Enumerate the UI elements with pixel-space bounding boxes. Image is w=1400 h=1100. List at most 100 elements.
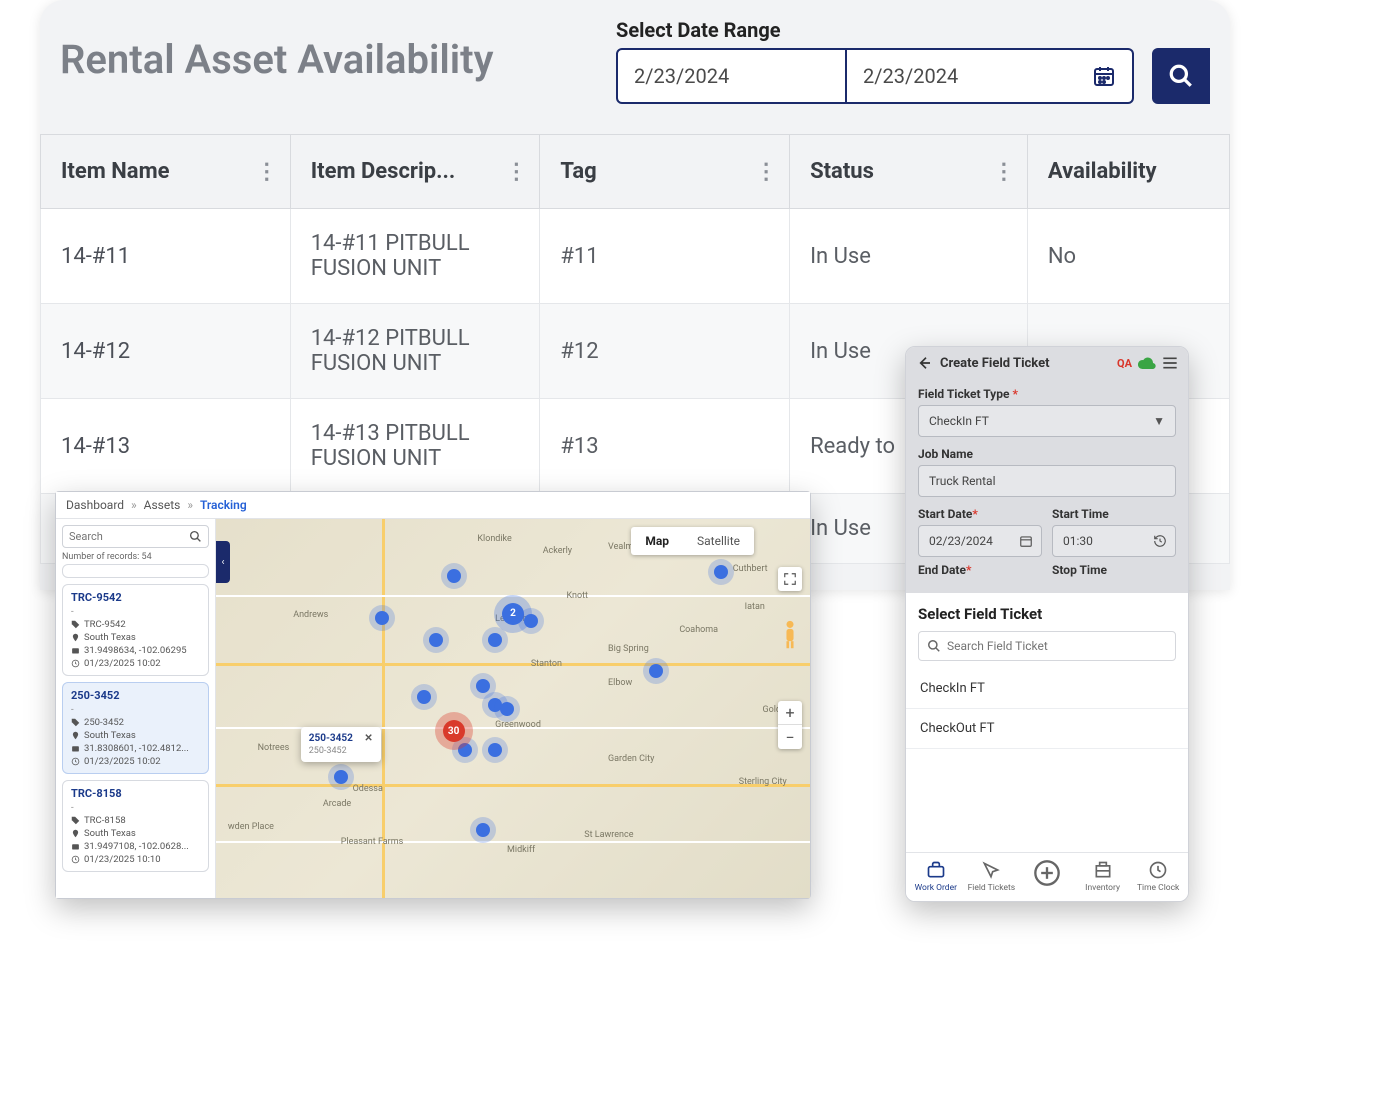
stop-time-label: Stop Time xyxy=(1052,563,1176,577)
column-menu-icon[interactable]: ⋮ xyxy=(256,159,278,184)
briefcase-icon xyxy=(926,860,946,880)
sidebar-collapse-button[interactable]: ‹ xyxy=(216,541,230,583)
nav-work-order[interactable]: Work Order xyxy=(908,859,964,893)
map-popup: 250-3452✕ 250-3452 xyxy=(301,727,381,762)
tag-icon xyxy=(71,620,80,629)
inventory-icon xyxy=(1093,860,1113,880)
map-marker[interactable] xyxy=(488,633,502,647)
nav-add[interactable] xyxy=(1019,859,1075,893)
map-marker[interactable] xyxy=(447,569,461,583)
sheet-search-box[interactable] xyxy=(918,631,1176,661)
search-icon xyxy=(1168,63,1194,89)
chevron-down-icon: ▼ xyxy=(1153,414,1165,428)
location-icon xyxy=(71,744,80,753)
map-type-satellite[interactable]: Satellite xyxy=(683,527,754,555)
breadcrumb: Dashboard » Assets » Tracking xyxy=(56,492,810,519)
qa-badge: QA xyxy=(1117,357,1132,370)
clock-icon xyxy=(71,757,80,766)
zoom-control: + − xyxy=(778,701,802,749)
tracking-map[interactable]: Andrews Klondike Ackerly Vealmoor Cuthbe… xyxy=(216,519,810,898)
search-icon xyxy=(189,530,202,543)
ticket-type-label: Field Ticket Type * xyxy=(918,387,1176,401)
clock-icon xyxy=(1148,860,1168,880)
asset-card[interactable]: TRC-8158 - TRC-8158 South Texas 31.94971… xyxy=(62,780,209,872)
ticket-icon xyxy=(981,860,1001,880)
map-marker[interactable] xyxy=(375,611,389,625)
arrow-left-icon xyxy=(916,355,932,371)
column-menu-icon[interactable]: ⋮ xyxy=(505,159,527,184)
menu-button[interactable] xyxy=(1162,356,1178,370)
map-marker[interactable] xyxy=(524,614,538,628)
crumb-assets[interactable]: Assets xyxy=(144,498,181,512)
column-menu-icon[interactable]: ⋮ xyxy=(993,159,1015,184)
date-range-label: Select Date Range xyxy=(616,18,1210,42)
asset-card[interactable]: 250-3452 - 250-3452 South Texas 31.83086… xyxy=(62,682,209,774)
tag-icon xyxy=(71,718,80,727)
asset-card[interactable] xyxy=(62,564,209,578)
zoom-in-button[interactable]: + xyxy=(778,701,802,725)
popup-close-icon[interactable]: ✕ xyxy=(364,733,372,744)
map-marker[interactable] xyxy=(649,664,663,678)
sheet-search-input[interactable] xyxy=(947,639,1167,653)
search-button[interactable] xyxy=(1152,48,1210,104)
pegman-icon xyxy=(781,620,799,650)
start-time-label: Start Time xyxy=(1052,507,1176,521)
asset-sidebar: Number of records: 54 TRC-9542 - TRC-954… xyxy=(56,519,216,898)
map-marker[interactable] xyxy=(714,565,728,579)
map-marker[interactable] xyxy=(476,823,490,837)
mobile-title: Create Field Ticket xyxy=(940,356,1050,371)
map-type-toggle: Map Satellite xyxy=(631,527,754,555)
sheet-option[interactable]: CheckIn FT xyxy=(906,669,1188,709)
map-marker[interactable] xyxy=(334,770,348,784)
table-row[interactable]: 14-#1114-#11 PITBULL FUSION UNIT#11In Us… xyxy=(41,209,1230,304)
start-date-label: Start Date* xyxy=(918,507,1042,521)
map-marker[interactable] xyxy=(476,679,490,693)
col-item-name: Item Name xyxy=(61,159,170,184)
nav-field-tickets[interactable]: Field Tickets xyxy=(964,859,1020,893)
table-header-row: Item Name⋮ Item Descrip...⋮ Tag⋮ Status⋮… xyxy=(41,135,1230,209)
col-tag: Tag xyxy=(560,159,596,184)
fullscreen-button[interactable] xyxy=(778,567,802,591)
crumb-tracking[interactable]: Tracking xyxy=(200,498,247,512)
page-title: Rental Asset Availability xyxy=(60,18,596,83)
job-name-input[interactable]: Truck Rental xyxy=(918,465,1176,497)
asset-search-box[interactable] xyxy=(62,525,209,548)
map-marker[interactable] xyxy=(417,690,431,704)
start-date-input[interactable]: 02/23/2024 xyxy=(918,525,1042,557)
crumb-dashboard[interactable]: Dashboard xyxy=(66,498,124,512)
asset-tracking-panel: Dashboard » Assets » Tracking Number of … xyxy=(55,491,811,899)
nav-inventory[interactable]: Inventory xyxy=(1075,859,1131,893)
pegman[interactable] xyxy=(778,617,802,653)
fullscreen-icon xyxy=(783,572,797,586)
mobile-field-ticket-panel: Create Field Ticket QA Field Ticket Type… xyxy=(905,346,1189,902)
start-time-input[interactable]: 01:30 xyxy=(1052,525,1176,557)
tag-icon xyxy=(71,816,80,825)
sheet-option[interactable]: CheckOut FT xyxy=(906,709,1188,749)
calendar-button[interactable] xyxy=(1076,48,1134,104)
map-cluster[interactable]: 30 xyxy=(443,720,465,742)
location-icon xyxy=(71,842,80,851)
asset-search-input[interactable] xyxy=(69,530,189,543)
select-ticket-sheet: Select Field Ticket CheckIn FT CheckOut … xyxy=(906,593,1188,901)
map-marker[interactable] xyxy=(429,633,443,647)
column-menu-icon[interactable]: ⋮ xyxy=(755,159,777,184)
back-button[interactable] xyxy=(916,355,932,371)
map-marker[interactable] xyxy=(500,702,514,716)
ticket-type-select[interactable]: CheckIn FT ▼ xyxy=(918,405,1176,437)
hamburger-icon xyxy=(1162,356,1178,370)
clock-icon xyxy=(71,659,80,668)
asset-card[interactable]: TRC-9542 - TRC-9542 South Texas 31.94986… xyxy=(62,584,209,676)
map-type-map[interactable]: Map xyxy=(631,527,683,555)
map-marker[interactable] xyxy=(488,743,502,757)
pin-icon xyxy=(71,731,80,740)
nav-time-clock[interactable]: Time Clock xyxy=(1130,859,1186,893)
map-marker[interactable] xyxy=(458,743,472,757)
zoom-out-button[interactable]: − xyxy=(778,725,802,749)
start-date-input[interactable] xyxy=(616,48,846,104)
col-description: Item Descrip... xyxy=(311,159,456,184)
map-cluster[interactable]: 2 xyxy=(502,603,524,625)
search-icon xyxy=(927,639,941,653)
plus-circle-icon xyxy=(1033,859,1061,887)
end-date-input[interactable] xyxy=(846,48,1076,104)
job-name-label: Job Name xyxy=(918,447,1176,461)
